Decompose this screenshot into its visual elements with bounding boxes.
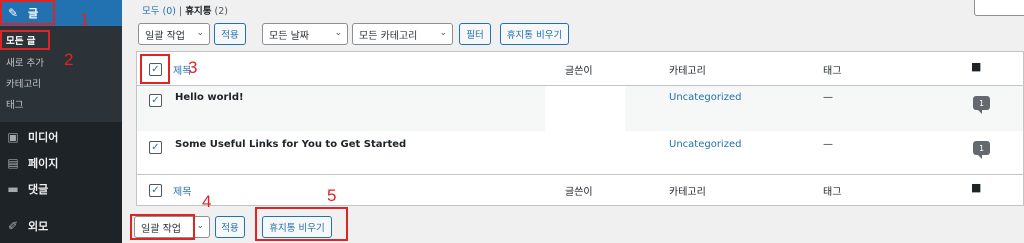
category-filter-value: 모든 카테고리 (359, 30, 418, 42)
post-tags: — (823, 92, 833, 103)
date-filter-value: 모든 날짜 (269, 30, 309, 42)
category-filter-select[interactable]: 모든 카테고리 ⌄ (352, 23, 453, 45)
submenu-categories[interactable]: 카테고리 (0, 73, 122, 93)
author-cell (545, 86, 625, 131)
highlight-box-2 (0, 30, 50, 50)
filter-all-link[interactable]: 모두 (0) (142, 6, 176, 17)
row-checkbox[interactable]: ✓ (149, 141, 162, 154)
chevron-down-icon: ⌄ (439, 28, 447, 38)
column-tags-footer: 태그 (823, 187, 842, 198)
column-author-header: 글쓴이 (565, 66, 593, 77)
post-category-link[interactable]: Uncategorized (669, 92, 741, 103)
annotation-number: 4 (202, 192, 212, 211)
sidebar-item-pages[interactable]: ▤ 페이지 (0, 150, 122, 176)
sidebar-item-media[interactable]: ▣ 미디어 (0, 124, 122, 150)
column-tags-header: 태그 (823, 66, 842, 77)
sidebar-item-appearance[interactable]: ✐ 외모 (0, 213, 122, 239)
sidebar-item-label: 외모 (28, 220, 49, 233)
date-filter-select[interactable]: 모든 날짜 ⌄ (262, 23, 348, 45)
page-icon: ▤ (7, 156, 19, 170)
table-footer-row: ✓ 제목 글쓴이 카테고리 태그 ■ (137, 174, 1023, 205)
post-category-link[interactable]: Uncategorized (669, 139, 741, 150)
status-filter-links: 모두 (0) | 휴지통 (2) (142, 3, 228, 17)
post-title-link[interactable]: Some Useful Links for You to Get Started (175, 139, 406, 150)
sidebar-item-label: 페이지 (28, 157, 59, 170)
submenu-tags[interactable]: 태그 (0, 94, 122, 114)
sidebar-item-label: 댓글 (28, 183, 49, 196)
comments-column-icon[interactable]: ■ (971, 60, 981, 73)
table-row: ✓ Hello world! Uncategorized — 1 (137, 86, 1023, 131)
table-row: ✓ Some Useful Links for You to Get Start… (137, 131, 1023, 174)
annotation-number: 3 (188, 58, 198, 77)
highlight-box-3 (140, 54, 170, 84)
comments-column-icon-footer[interactable]: ■ (971, 181, 981, 194)
highlight-box-1 (0, 0, 55, 25)
column-categories-header: 카테고리 (669, 66, 706, 77)
chevron-down-icon: ⌄ (196, 28, 204, 38)
sidebar-item-label: 미디어 (28, 131, 59, 144)
brush-icon: ✐ (7, 219, 19, 233)
apply-button-bottom[interactable]: 적용 (215, 216, 245, 238)
select-all-checkbox-footer[interactable]: ✓ (149, 184, 162, 197)
bulk-action-value: 일괄 작업 (145, 30, 185, 42)
comment-count-bubble[interactable]: 1 (973, 96, 990, 114)
comment-icon: ▬ (7, 182, 19, 196)
comment-count-bubble[interactable]: 1 (973, 141, 990, 159)
apply-button-top[interactable]: 적용 (214, 23, 246, 45)
annotation-number: 2 (64, 50, 74, 69)
column-author-footer: 글쓴이 (565, 187, 593, 198)
media-icon: ▣ (7, 130, 19, 144)
annotation-number: 1 (80, 10, 90, 29)
post-title-link[interactable]: Hello world! (175, 92, 244, 103)
annotation-number: 5 (327, 186, 337, 205)
filter-trash-count: (2) (214, 6, 228, 17)
row-checkbox[interactable]: ✓ (149, 94, 162, 107)
chevron-down-icon: ⌄ (334, 28, 342, 38)
search-input[interactable] (974, 0, 1024, 16)
column-categories-footer: 카테고리 (669, 187, 706, 198)
chevron-down-icon: ⌄ (196, 221, 204, 231)
table-header-row: ✓ 제목 글쓴이 카테고리 태그 ■ (137, 52, 1023, 86)
empty-trash-button-top[interactable]: 휴지통 비우기 (500, 23, 569, 45)
bulk-action-select-top[interactable]: 일괄 작업 ⌄ (138, 23, 210, 45)
highlight-box-4 (130, 214, 195, 240)
filter-separator: | (179, 6, 183, 17)
post-tags: — (823, 139, 833, 150)
filter-button[interactable]: 필터 (459, 23, 491, 45)
column-title-footer[interactable]: 제목 (173, 183, 191, 198)
filter-trash-link[interactable]: 휴지통 (185, 6, 211, 17)
sidebar-item-comments[interactable]: ▬ 댓글 (0, 176, 122, 202)
highlight-box-5 (255, 207, 348, 241)
posts-table: ✓ 제목 글쓴이 카테고리 태그 ■ ✓ Hello world! Uncate… (136, 51, 1024, 206)
submenu-add-new[interactable]: 새로 추가 (0, 52, 122, 72)
